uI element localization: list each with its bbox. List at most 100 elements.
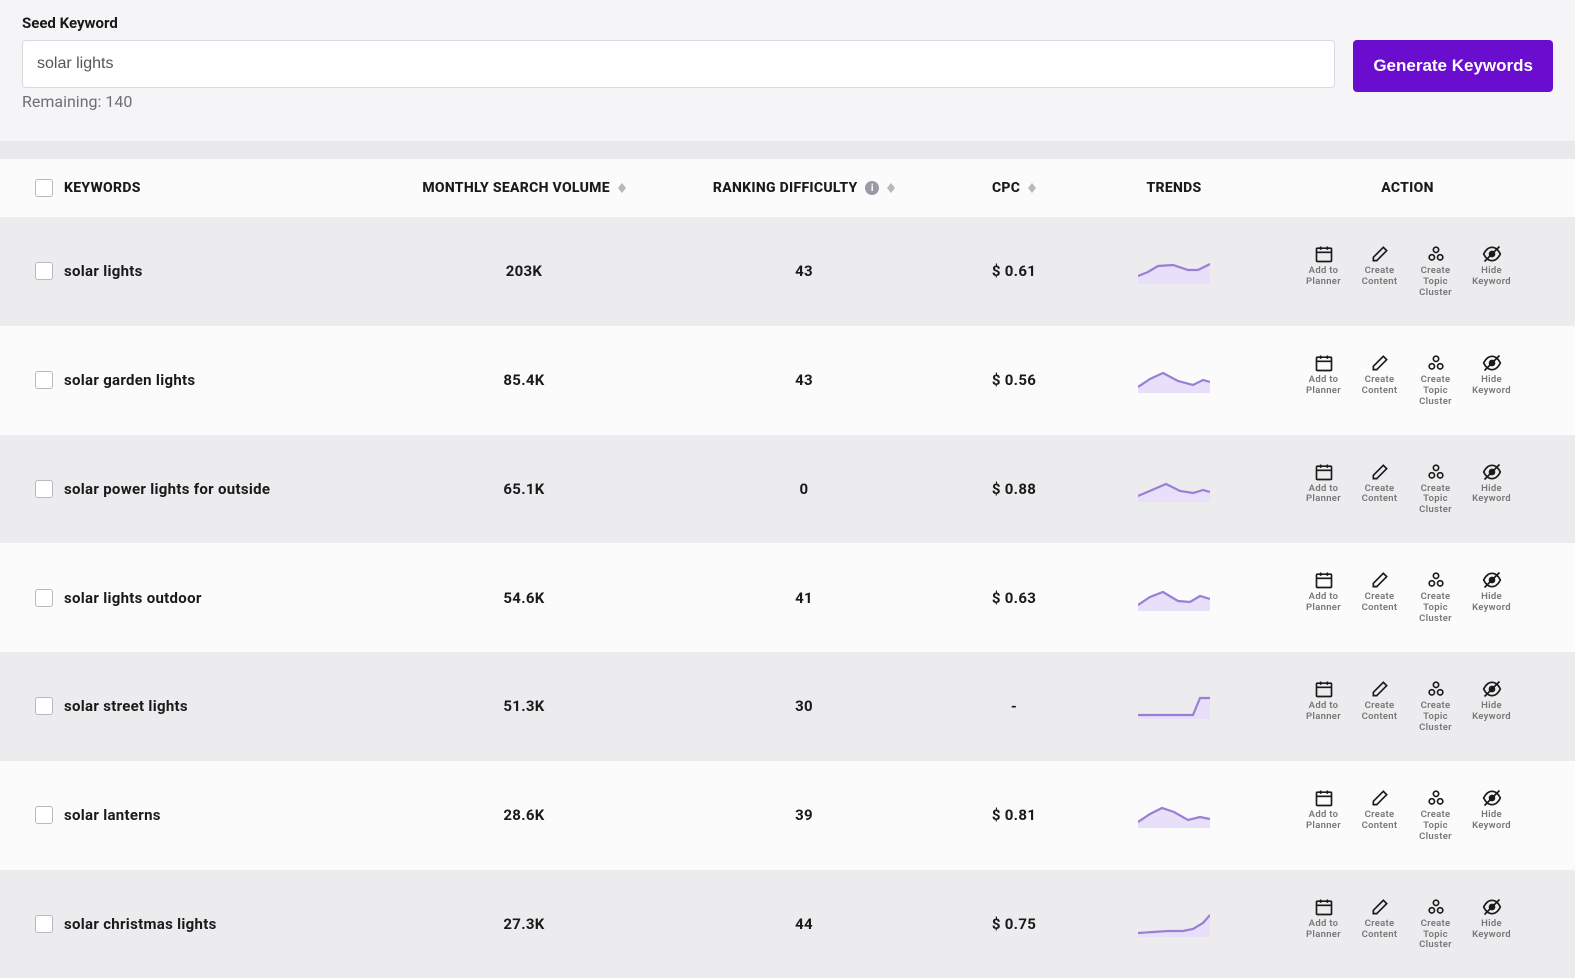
- header-difficulty[interactable]: RANKING DIFFICULTY i: [664, 180, 944, 196]
- action-label: Add to Planner: [1300, 592, 1348, 614]
- hide-keyword-button[interactable]: Hide Keyword: [1468, 788, 1516, 843]
- row-checkbox[interactable]: [35, 371, 53, 389]
- trend-cell: [1084, 911, 1264, 937]
- trend-cell: [1084, 258, 1264, 284]
- difficulty-cell: 43: [664, 371, 944, 389]
- action-label: Create Topic Cluster: [1412, 484, 1460, 517]
- create-content-button[interactable]: Create Content: [1356, 244, 1404, 299]
- create-content-button[interactable]: Create Content: [1356, 679, 1404, 734]
- cpc-cell: $ 0.81: [944, 806, 1084, 824]
- create-content-button[interactable]: Create Content: [1356, 897, 1404, 952]
- trend-cell: [1084, 802, 1264, 828]
- create-topic-cluster-button[interactable]: Create Topic Cluster: [1412, 679, 1460, 734]
- sort-icon: [1028, 183, 1036, 193]
- cluster-icon: [1426, 570, 1446, 590]
- calendar-icon: [1314, 679, 1334, 699]
- add-to-planner-button[interactable]: Add to Planner: [1300, 353, 1348, 408]
- table-row: solar lights outdoor54.6K41$ 0.63Add to …: [0, 543, 1575, 652]
- trend-sparkline-icon: [1138, 367, 1210, 393]
- cpc-text: $ 0.75: [992, 915, 1036, 933]
- action-cell: Add to Planner Create ContentCreate Topic…: [1264, 353, 1551, 408]
- add-to-planner-button[interactable]: Add to Planner: [1300, 570, 1348, 625]
- action-label: Add to Planner: [1300, 375, 1348, 397]
- difficulty-text: 43: [795, 371, 813, 389]
- difficulty-text: 44: [795, 915, 813, 933]
- generate-keywords-button[interactable]: Generate Keywords: [1353, 40, 1553, 92]
- cluster-icon: [1426, 788, 1446, 808]
- row-checkbox-cell: [24, 371, 64, 389]
- row-checkbox-cell: [24, 262, 64, 280]
- header-cpc[interactable]: CPC: [944, 180, 1084, 196]
- row-checkbox[interactable]: [35, 697, 53, 715]
- action-label: Hide Keyword: [1468, 810, 1516, 832]
- action-label: Create Topic Cluster: [1412, 592, 1460, 625]
- row-checkbox[interactable]: [35, 806, 53, 824]
- action-label: Create Topic Cluster: [1412, 919, 1460, 952]
- cluster-icon: [1426, 353, 1446, 373]
- difficulty-text: 43: [795, 262, 813, 280]
- info-icon[interactable]: i: [865, 181, 879, 195]
- add-to-planner-button[interactable]: Add to Planner: [1300, 788, 1348, 843]
- difficulty-text: 0: [800, 480, 809, 498]
- row-checkbox-cell: [24, 480, 64, 498]
- hide-keyword-button[interactable]: Hide Keyword: [1468, 244, 1516, 299]
- hide-keyword-button[interactable]: Hide Keyword: [1468, 353, 1516, 408]
- create-content-button[interactable]: Create Content: [1356, 788, 1404, 843]
- row-checkbox[interactable]: [35, 480, 53, 498]
- seed-keyword-label: Seed Keyword: [22, 14, 1553, 32]
- row-checkbox[interactable]: [35, 262, 53, 280]
- action-label: Create Content: [1356, 919, 1404, 941]
- eye-off-icon: [1482, 570, 1502, 590]
- header-difficulty-label: RANKING DIFFICULTY: [713, 180, 858, 196]
- action-label: Create Topic Cluster: [1412, 375, 1460, 408]
- cluster-icon: [1426, 462, 1446, 482]
- add-to-planner-button[interactable]: Add to Planner: [1300, 244, 1348, 299]
- seed-keyword-input[interactable]: [22, 40, 1335, 88]
- eye-off-icon: [1482, 679, 1502, 699]
- hide-keyword-button[interactable]: Hide Keyword: [1468, 462, 1516, 517]
- create-topic-cluster-button[interactable]: Create Topic Cluster: [1412, 788, 1460, 843]
- row-checkbox[interactable]: [35, 589, 53, 607]
- action-cell: Add to Planner Create ContentCreate Topic…: [1264, 570, 1551, 625]
- volume-cell: 85.4K: [384, 371, 664, 389]
- hide-keyword-button[interactable]: Hide Keyword: [1468, 897, 1516, 952]
- table-header-row: KEYWORDS MONTHLY SEARCH VOLUME RANKING D…: [0, 159, 1575, 217]
- action-cell: Add to PlannerCreate ContentCreate Topic…: [1264, 788, 1551, 843]
- header-action: ACTION: [1264, 180, 1551, 196]
- create-content-button[interactable]: Create Content: [1356, 353, 1404, 408]
- cpc-cell: -: [944, 697, 1084, 715]
- create-topic-cluster-button[interactable]: Create Topic Cluster: [1412, 353, 1460, 408]
- trend-sparkline-icon: [1138, 693, 1210, 719]
- create-content-button[interactable]: Create Content: [1356, 570, 1404, 625]
- seed-row: Remaining: 140 Generate Keywords: [22, 40, 1553, 111]
- trend-cell: [1084, 367, 1264, 393]
- keywords-table: KEYWORDS MONTHLY SEARCH VOLUME RANKING D…: [0, 159, 1575, 978]
- hide-keyword-button[interactable]: Hide Keyword: [1468, 570, 1516, 625]
- calendar-icon: [1314, 788, 1334, 808]
- calendar-icon: [1314, 353, 1334, 373]
- create-topic-cluster-button[interactable]: Create Topic Cluster: [1412, 244, 1460, 299]
- header-volume[interactable]: MONTHLY SEARCH VOLUME: [384, 180, 664, 196]
- select-all-checkbox[interactable]: [35, 179, 53, 197]
- edit-icon: [1370, 570, 1390, 590]
- create-topic-cluster-button[interactable]: Create Topic Cluster: [1412, 897, 1460, 952]
- add-to-planner-button[interactable]: Add to Planner: [1300, 462, 1348, 517]
- hide-keyword-button[interactable]: Hide Keyword: [1468, 679, 1516, 734]
- keyword-cell: solar lanterns: [64, 806, 384, 824]
- cpc-cell: $ 0.75: [944, 915, 1084, 933]
- create-topic-cluster-button[interactable]: Create Topic Cluster: [1412, 462, 1460, 517]
- row-checkbox[interactable]: [35, 915, 53, 933]
- create-topic-cluster-button[interactable]: Create Topic Cluster: [1412, 570, 1460, 625]
- add-to-planner-button[interactable]: Add to Planner: [1300, 897, 1348, 952]
- header-keywords[interactable]: KEYWORDS: [64, 180, 384, 196]
- action-label: Hide Keyword: [1468, 484, 1516, 506]
- keyword-text: solar lanterns: [64, 806, 161, 824]
- create-content-button[interactable]: Create Content: [1356, 462, 1404, 517]
- cluster-icon: [1426, 897, 1446, 917]
- add-to-planner-button[interactable]: Add to Planner: [1300, 679, 1348, 734]
- keyword-cell: solar power lights for outside: [64, 480, 384, 498]
- trend-sparkline-icon: [1138, 476, 1210, 502]
- eye-off-icon: [1482, 897, 1502, 917]
- action-label: Create Content: [1356, 484, 1404, 506]
- calendar-icon: [1314, 244, 1334, 264]
